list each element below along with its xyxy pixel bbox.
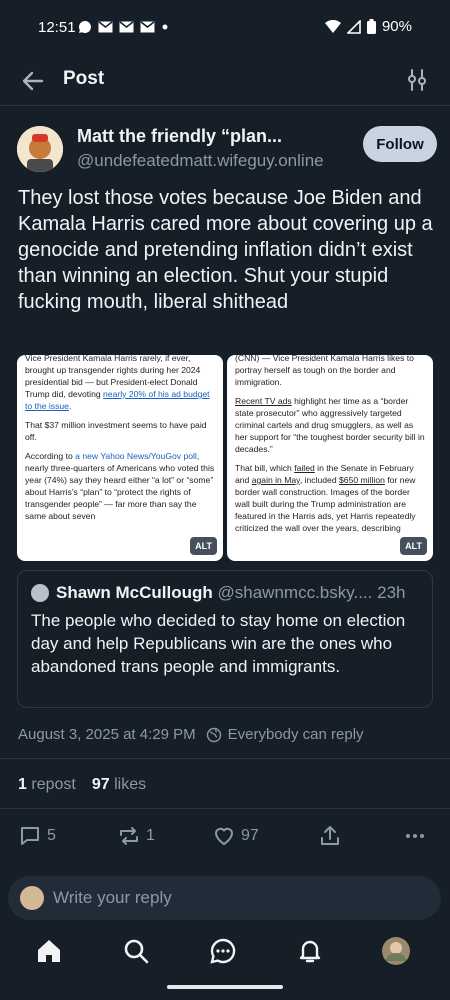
reply-action[interactable]: 5: [18, 824, 56, 848]
repost-count[interactable]: 1 repost: [18, 776, 76, 794]
gesture-bar: [167, 985, 283, 989]
like-count[interactable]: 97 likes: [92, 776, 146, 794]
like-count-label: likes: [114, 776, 147, 793]
post-author: Matt the friendly “plan... @undefeatedma…: [17, 122, 437, 178]
repost-count-value: 1: [18, 776, 27, 793]
repost-count-label: repost: [31, 776, 76, 793]
repost-icon: [120, 827, 138, 845]
repost-action-count: 1: [146, 827, 155, 844]
image-link: a new Yahoo News/YouGov poll: [75, 451, 197, 461]
quote-author-name: Shawn McCullough: [56, 583, 213, 602]
sliders-icon[interactable]: [406, 68, 428, 92]
image-text: .: [68, 401, 72, 411]
more-icon: [406, 834, 424, 838]
image-link: failed: [294, 463, 315, 473]
post-image[interactable]: Vice President Kamala Harris rarely, if …: [17, 355, 223, 561]
share-icon: [321, 826, 339, 845]
search-icon: [124, 939, 149, 964]
arrow-left-icon[interactable]: [20, 68, 46, 94]
like-action-count: 97: [241, 827, 259, 844]
alt-badge[interactable]: ALT: [400, 537, 427, 555]
post-date: August 3, 2025 at 4:29 PM: [18, 726, 196, 743]
chat-bubble-icon: [78, 20, 91, 33]
alt-badge[interactable]: ALT: [190, 537, 217, 555]
image-text: , nearly three-quarters of Americans who…: [25, 451, 215, 521]
post-counts: 1 repost 97 likes: [18, 776, 146, 794]
chat-icon: [210, 938, 236, 964]
share-action[interactable]: [318, 824, 342, 848]
tab-home[interactable]: [34, 936, 64, 966]
more-action[interactable]: [403, 824, 427, 848]
post-text: They lost those votes because Joe Biden …: [18, 187, 433, 313]
image-link: again in May: [251, 475, 300, 485]
repost-action[interactable]: 1: [117, 824, 155, 848]
post-meta: August 3, 2025 at 4:29 PM Everybody can …: [18, 726, 364, 743]
bottom-nav: [0, 928, 450, 978]
status-right: 90%: [324, 18, 412, 35]
avatar: [20, 886, 44, 910]
reply-count: 5: [47, 827, 56, 844]
author-handle[interactable]: @undefeatedmatt.wifeguy.online: [77, 151, 324, 171]
post-images: Vice President Kamala Harris rarely, if …: [17, 355, 433, 561]
home-icon: [38, 940, 60, 962]
image-text: (CNN) — Vice President Kamala Harris lik…: [235, 355, 414, 387]
image-link: $650 million: [339, 475, 385, 485]
tab-profile[interactable]: [381, 936, 411, 966]
quote-time: 23h: [377, 583, 406, 602]
follow-button[interactable]: Follow: [363, 126, 437, 162]
reply-placeholder: Write your reply: [53, 888, 172, 907]
battery-percent: 90%: [381, 18, 412, 35]
mail-icon: [140, 21, 155, 33]
divider: [0, 758, 450, 759]
notification-icons: [78, 20, 169, 34]
signal-icon: [346, 19, 361, 34]
mail-icon: [98, 21, 113, 33]
wifi-icon: [324, 19, 341, 33]
dot-icon: [162, 24, 168, 30]
quote-author-handle: @shawnmcc.bsky....: [217, 583, 373, 602]
avatar[interactable]: [17, 126, 63, 172]
like-action[interactable]: 97: [212, 824, 259, 848]
tab-chat[interactable]: [208, 936, 238, 966]
globe-icon: [206, 727, 221, 742]
divider: [0, 808, 450, 809]
quote-text: The people who decided to stay home on e…: [31, 611, 406, 676]
battery-icon: [366, 19, 376, 34]
post-image[interactable]: (CNN) — Vice President Kamala Harris lik…: [227, 355, 433, 561]
image-text: That $37 million investment seems to hav…: [25, 420, 207, 442]
mail-icon: [119, 21, 134, 33]
status-bar: 12:51 90%: [0, 0, 450, 56]
comment-icon: [21, 827, 39, 845]
status-time: 12:51: [38, 19, 76, 36]
quoted-post[interactable]: Shawn McCullough @shawnmcc.bsky.... 23h …: [17, 570, 433, 708]
page-title: Post: [63, 68, 105, 89]
author-name[interactable]: Matt the friendly “plan...: [77, 126, 282, 147]
avatar: [382, 937, 410, 965]
like-count-value: 97: [91, 776, 110, 793]
post-actions: 5 1 97: [0, 824, 450, 854]
quote-header: Shawn McCullough @shawnmcc.bsky.... 23h: [56, 583, 424, 603]
reply-composer[interactable]: Write your reply: [8, 876, 441, 920]
quote-avatar: [31, 584, 49, 602]
bell-icon: [299, 940, 321, 963]
image-text: , included: [299, 475, 340, 485]
heart-icon: [215, 827, 233, 845]
tab-search[interactable]: [121, 936, 151, 966]
image-link: Recent TV ads: [235, 396, 292, 406]
top-bar: Post: [0, 56, 450, 106]
image-text: That bill, which: [235, 463, 295, 473]
tab-notifications[interactable]: [295, 936, 325, 966]
image-text: According to: [25, 451, 76, 461]
reply-setting[interactable]: Everybody can reply: [228, 726, 364, 743]
